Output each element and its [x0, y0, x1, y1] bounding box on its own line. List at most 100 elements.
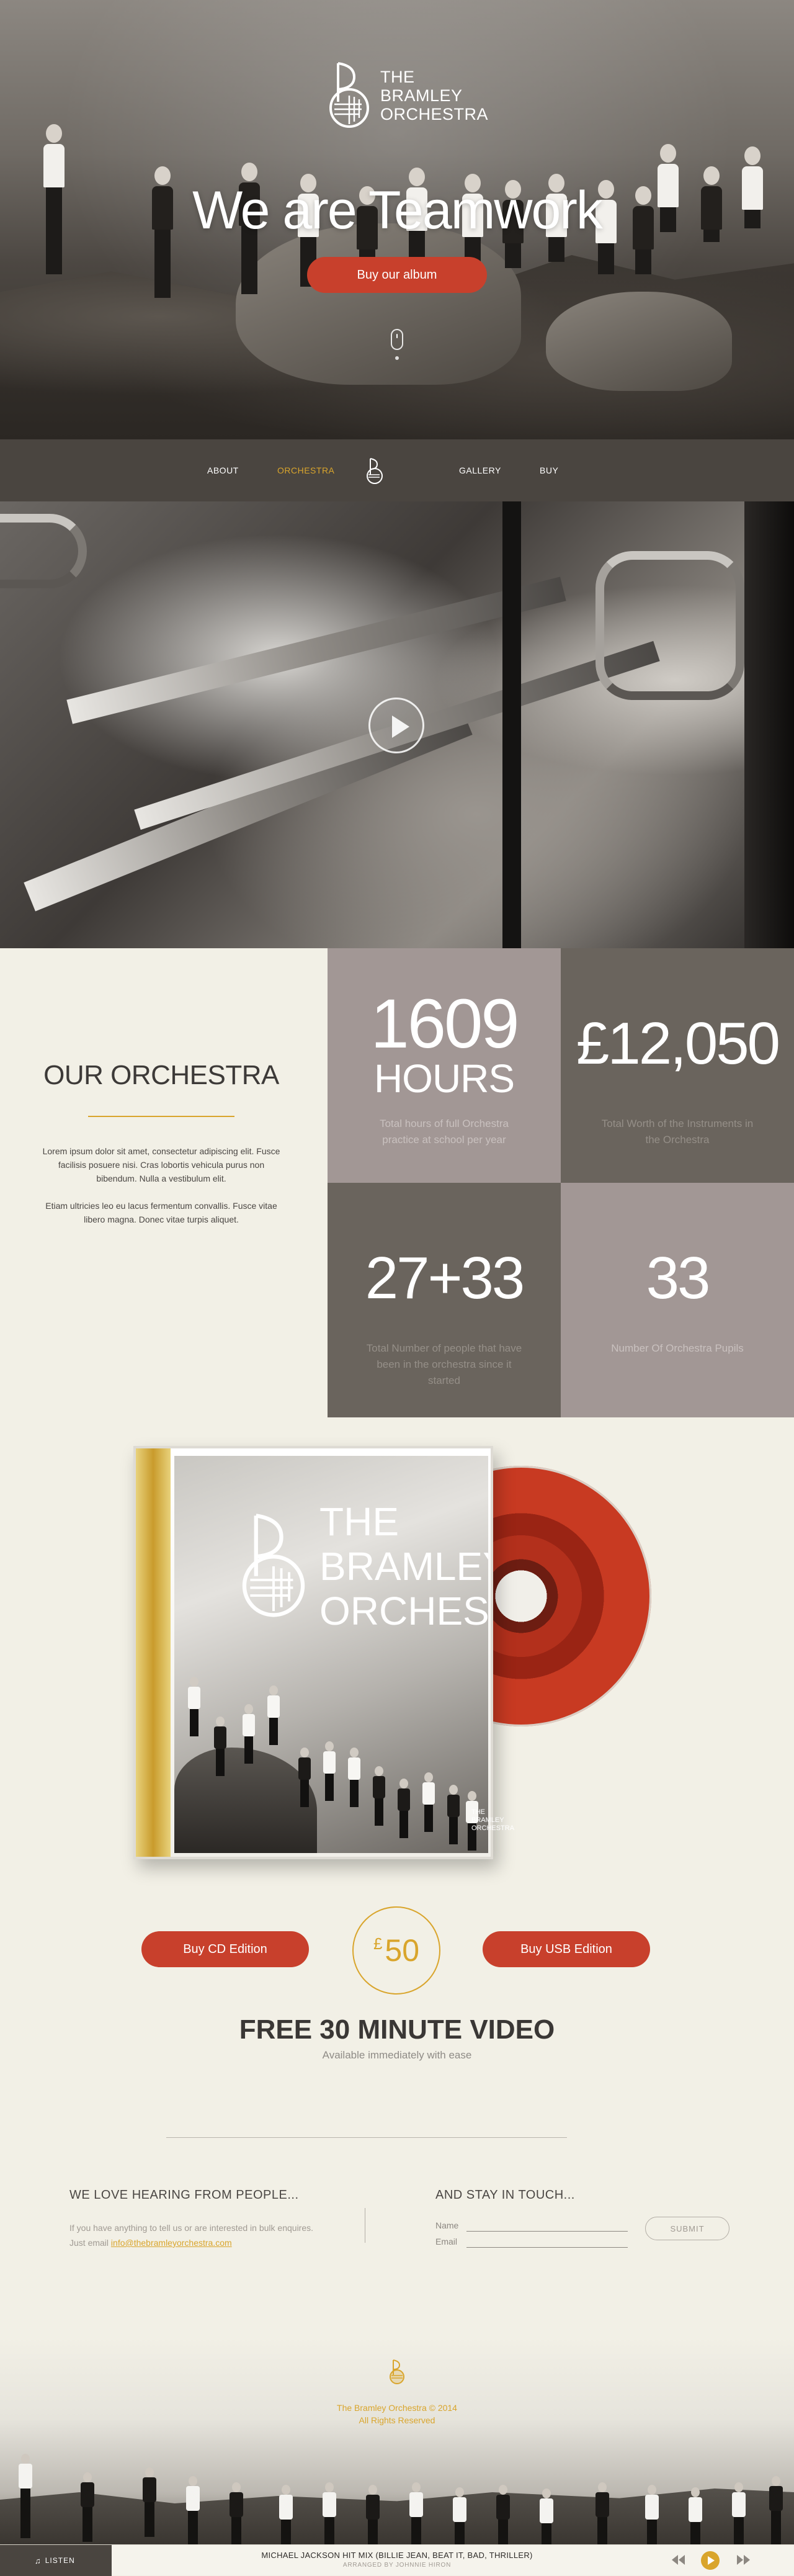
email-field[interactable] [466, 2234, 628, 2248]
brand-logo[interactable]: THE BRAMLEY ORCHESTRA [326, 60, 488, 132]
price-currency: £ [373, 1934, 383, 1953]
free-video-title: FREE 30 MINUTE VIDEO [239, 2014, 555, 2045]
cd-cover-line: ORCHESTRA [319, 1589, 488, 1633]
footer-person [143, 2467, 156, 2537]
cd-cover-person [188, 1677, 200, 1736]
hero-title: We are Teamwork [192, 181, 603, 240]
music-note-icon: ♫ [35, 2556, 42, 2565]
stat-value: 33 [646, 1245, 711, 1311]
price-value: 50 [385, 1933, 420, 1968]
cd-cover: THE BRAMLEY ORCHESTRA [174, 1456, 488, 1853]
cd-disc-label-line: BRAMLEY [471, 1816, 504, 1824]
price-badge: £ 50 [352, 1906, 440, 1995]
orchestra-paragraph: Lorem ipsum dolor sit amet, consectetur … [42, 1146, 280, 1183]
next-track-icon[interactable] [736, 2552, 752, 2567]
stat-value: 1609 [370, 985, 519, 1062]
listen-label: LISTEN [45, 2556, 75, 2565]
footer-person [19, 2454, 32, 2538]
brand-line-2: BRAMLEY [380, 86, 463, 105]
cd-cover-line: THE [319, 1499, 399, 1544]
footer-person [540, 2488, 553, 2544]
contact-email-link[interactable]: info@thebramleyorchestra.com [111, 2238, 232, 2248]
rights-text: All Rights Reserved [359, 2415, 435, 2425]
buy-album-button[interactable]: Buy our album [307, 257, 487, 293]
name-label: Name [435, 2220, 459, 2230]
nav-item-about[interactable]: ABOUT [207, 465, 239, 475]
play-pause-button[interactable] [701, 2551, 720, 2570]
cd-cover-line: BRAMLEY [319, 1544, 488, 1589]
cd-cover-person [214, 1717, 226, 1776]
contact-blurb: If you have anything to tell us or are i… [69, 2220, 318, 2250]
music-stand-pole [502, 501, 521, 948]
album-section: THE BRAMLEY ORCHESTRA THE BRAMLEY ORCHES… [0, 1417, 794, 2156]
scroll-mouse-icon[interactable] [391, 329, 403, 350]
track-title: MICHAEL JACKSON HIT MIX (BILLIE JEAN, BE… [261, 2551, 533, 2560]
stat-label: Number Of Orchestra Pupils [611, 1342, 744, 1354]
footer-logo-icon [390, 2359, 404, 2384]
buy-cd-button[interactable]: Buy CD Edition [141, 1931, 309, 1967]
main-nav: ABOUT ORCHESTRA GALLERY BUY [0, 439, 794, 501]
shadow-edge [744, 501, 794, 948]
stat-label: Total hours of full Orchestra practice a… [380, 1118, 509, 1146]
cd-disc-label-line: ORCHESTRA [471, 1824, 515, 1832]
play-video-button[interactable] [368, 698, 424, 753]
orchestra-section: OUR ORCHESTRA Lorem ipsum dolor sit amet… [0, 948, 794, 1417]
cd-cover-person [348, 1748, 360, 1807]
stat-tile-worth: £12,050 Total Worth of the Instruments i… [561, 948, 794, 1183]
orchestra-intro: OUR ORCHESTRA Lorem ipsum dolor sit amet… [37, 1060, 285, 1240]
stat-value: £12,050 [576, 1010, 780, 1077]
video-section[interactable] [0, 501, 794, 948]
brand-line-3: ORCHESTRA [380, 105, 489, 123]
stat-value: 27+33 [365, 1245, 525, 1311]
nav-item-buy[interactable]: BUY [540, 465, 558, 475]
cd-cover-person [447, 1785, 460, 1844]
footer-person [496, 2485, 510, 2544]
footer-person [409, 2482, 423, 2544]
orchestra-paragraph: Etiam ultricies leo eu lacus fermentum c… [45, 1201, 277, 1224]
footer-person [230, 2482, 243, 2544]
previous-track-icon[interactable] [670, 2552, 686, 2567]
bramley-logo-icon [329, 62, 369, 128]
buy-usb-button[interactable]: Buy USB Edition [483, 1931, 650, 1967]
stat-tile-pupils: 33 Number Of Orchestra Pupils [561, 1183, 794, 1417]
stat-label: Total Worth of the Instruments in the Or… [601, 1118, 754, 1146]
buy-row: Buy CD Edition £ 50 Buy USB Edition [0, 1906, 794, 1995]
email-label: Email [435, 2237, 458, 2246]
contact-right-heading: AND STAY IN TOUCH... [435, 2188, 575, 2202]
stat-label: Total Number of people that have been in… [366, 1342, 522, 1386]
nav-item-gallery[interactable]: GALLERY [459, 465, 501, 475]
nav-logo-icon[interactable] [365, 457, 385, 485]
footer-copyright: The Bramley Orchestra © 2014 All Rights … [0, 2402, 794, 2426]
brand-name: THE BRAMLEY ORCHESTRA [380, 68, 488, 123]
track-subtitle: ARRANGED BY JOHNNIE HIRON [342, 2562, 452, 2569]
submit-button[interactable]: SUBMIT [645, 2217, 729, 2240]
stat-unit: HOURS [373, 1056, 515, 1101]
name-field[interactable] [466, 2218, 628, 2232]
listen-tab[interactable]: ♫ LISTEN [0, 2545, 112, 2576]
cd-disc-label-line: THE [471, 1808, 485, 1816]
gold-divider [88, 1116, 234, 1117]
footer: The Bramley Orchestra © 2014 All Rights … [0, 2336, 794, 2544]
cd-disc-label: THE BRAMLEY ORCHESTRA [471, 1808, 514, 1833]
footer-hill [0, 2488, 794, 2544]
bramley-logo-icon [242, 1514, 305, 1617]
contact-left-heading: WE LOVE HEARING FROM PEOPLE... [69, 2188, 299, 2202]
contact-section: WE LOVE HEARING FROM PEOPLE... If you ha… [0, 2156, 794, 2336]
cd-case-image: THE BRAMLEY ORCHESTRA [133, 1446, 493, 1859]
cd-cover-person [243, 1704, 255, 1764]
orchestra-title: OUR ORCHESTRA [43, 1060, 279, 1090]
trumpet-bell [0, 514, 87, 588]
nav-item-orchestra[interactable]: ORCHESTRA [277, 465, 334, 475]
scroll-indicator-dot [395, 356, 399, 360]
footer-person [186, 2476, 200, 2544]
footer-person [769, 2476, 783, 2544]
cd-cover-person [267, 1685, 280, 1745]
footer-person [366, 2485, 380, 2544]
cd-cover-person [398, 1779, 410, 1838]
stat-tile-hours: 1609 HOURS Total hours of full Orchestra… [328, 948, 561, 1183]
cd-cover-person [323, 1741, 336, 1801]
cd-cover-person [373, 1766, 385, 1826]
cd-cover-title: THE BRAMLEY ORCHESTRA [319, 1499, 488, 1633]
footer-person [279, 2485, 293, 2544]
free-video-subtitle: Available immediately with ease [322, 2049, 472, 2061]
